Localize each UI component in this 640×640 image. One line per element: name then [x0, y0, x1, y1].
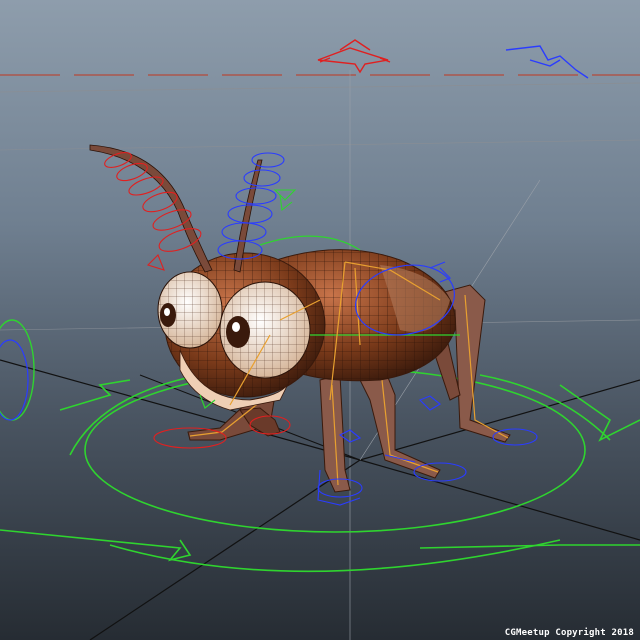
cricket-antenna-left: [89, 144, 213, 273]
cricket-eye-left: [157, 271, 223, 349]
main-control-circle[interactable]: [0, 367, 640, 573]
translate-manipulator-icon[interactable]: [317, 39, 391, 74]
side-control-left[interactable]: [0, 319, 35, 421]
copyright-watermark: CGMeetup Copyright 2018: [504, 628, 634, 638]
3d-viewport[interactable]: CGMeetup Copyright 2018: [0, 0, 640, 640]
rotate-manipulator-icon[interactable]: [505, 45, 589, 79]
viewport-scene[interactable]: [0, 0, 640, 640]
cricket-eye-right: [219, 281, 311, 379]
